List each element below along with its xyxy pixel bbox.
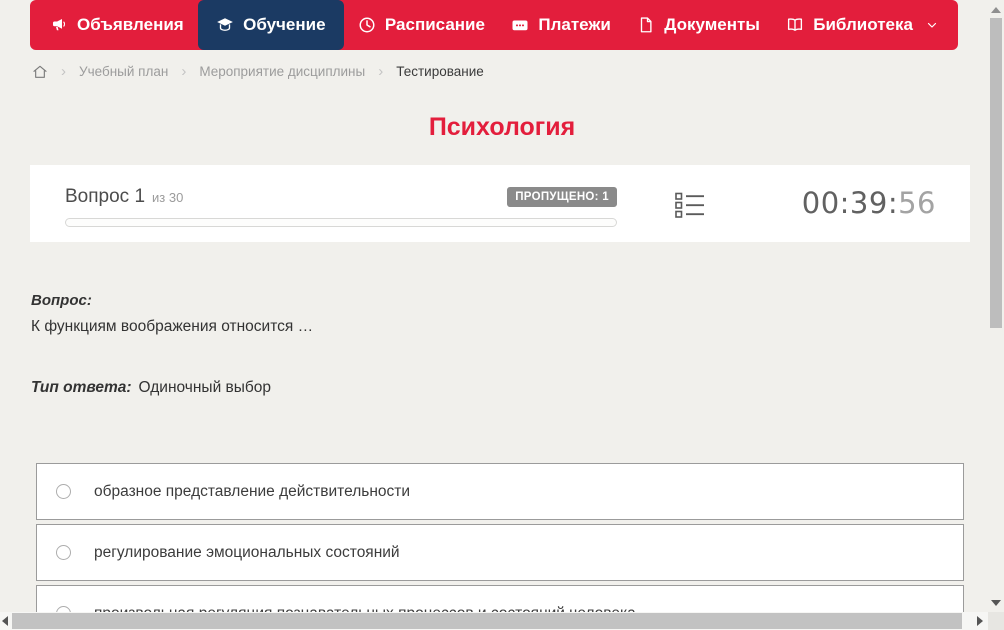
scroll-down-arrow-icon[interactable] — [991, 600, 1001, 606]
nav-item-label: Расписание — [384, 15, 485, 34]
timer: 00:39:56 — [802, 186, 952, 242]
home-icon[interactable] — [32, 64, 48, 80]
page-title: Психология — [428, 113, 576, 141]
breadcrumb-separator: › — [378, 63, 384, 80]
nav-item-announcements[interactable]: Объявления — [38, 0, 196, 50]
document-icon — [637, 16, 655, 34]
nav-item-label: Объявления — [77, 15, 184, 34]
vertical-scrollbar-thumb[interactable] — [990, 18, 1002, 328]
breadcrumb-item-discipline-event[interactable]: Мероприятие дисциплины — [199, 64, 365, 79]
answer-options: образное представление действительности … — [36, 463, 964, 630]
radio-icon[interactable] — [56, 545, 71, 560]
nav-item-library[interactable]: Библиотека — [774, 0, 950, 50]
quiz-progress-block: Вопрос 1 из 30 ПРОПУЩЕНО: 1 — [65, 185, 617, 242]
nav-item-label: Библиотека — [813, 15, 913, 34]
radio-icon[interactable] — [56, 484, 71, 499]
scroll-up-arrow-icon[interactable] — [991, 7, 1001, 13]
answer-option-2[interactable]: регулирование эмоциональных состояний — [36, 524, 964, 581]
question-total: из 30 — [152, 190, 184, 205]
question-number: Вопрос 1 — [65, 186, 146, 207]
question-list-icon[interactable] — [675, 192, 705, 242]
horizontal-scrollbar-thumb[interactable] — [12, 613, 962, 629]
question-label: Вопрос: — [31, 292, 92, 309]
nav-item-schedule[interactable]: Расписание — [346, 0, 497, 50]
vertical-scrollbar[interactable] — [990, 0, 1002, 612]
nav-item-learning[interactable]: Обучение — [198, 0, 344, 50]
horizontal-scrollbar[interactable] — [0, 612, 988, 630]
nav-item-label: Платежи — [538, 15, 611, 34]
answer-option-1[interactable]: образное представление действительности — [36, 463, 964, 520]
clock-icon — [358, 16, 376, 34]
chevron-down-icon — [926, 19, 938, 31]
scroll-left-arrow-icon[interactable] — [2, 616, 8, 626]
nav-item-label: Документы — [664, 15, 760, 34]
answer-type-value: Одиночный выбор — [138, 379, 272, 396]
breadcrumb-item-testing: Тестирование — [396, 64, 484, 79]
nav-item-label: Обучение — [243, 15, 326, 34]
question-counter: Вопрос 1 из 30 — [65, 186, 183, 208]
answer-option-label: регулирование эмоциональных состояний — [94, 543, 400, 561]
book-icon — [786, 16, 804, 34]
main-navbar: Объявления Обучение Расписание Платежи Д… — [30, 0, 958, 50]
question-text: К функциям воображения относится … — [31, 318, 314, 335]
answer-type-line: Тип ответа: Одиночный выбор — [31, 379, 271, 397]
scrollbar-corner — [988, 612, 1004, 630]
graduation-cap-icon — [216, 16, 234, 34]
quiz-progress-bar — [65, 218, 617, 227]
breadcrumb-separator: › — [61, 63, 66, 80]
answer-type-label: Тип ответа: — [31, 379, 132, 396]
breadcrumb: › Учебный план › Мероприятие дисциплины … — [32, 63, 484, 80]
timer-seconds: 56 — [898, 186, 936, 220]
credit-card-icon — [511, 16, 529, 34]
nav-item-documents[interactable]: Документы — [625, 0, 772, 50]
breadcrumb-separator: › — [181, 63, 187, 80]
breadcrumb-item-curriculum[interactable]: Учебный план — [79, 64, 168, 79]
quiz-header-card: Вопрос 1 из 30 ПРОПУЩЕНО: 1 00:39:56 — [30, 165, 970, 242]
megaphone-icon — [50, 16, 68, 34]
scroll-right-arrow-icon[interactable] — [977, 616, 983, 626]
nav-item-payments[interactable]: Платежи — [499, 0, 623, 50]
timer-main: 00:39: — [801, 186, 899, 220]
answer-option-label: образное представление действительности — [94, 482, 411, 500]
skipped-badge: ПРОПУЩЕНО: 1 — [507, 187, 617, 207]
